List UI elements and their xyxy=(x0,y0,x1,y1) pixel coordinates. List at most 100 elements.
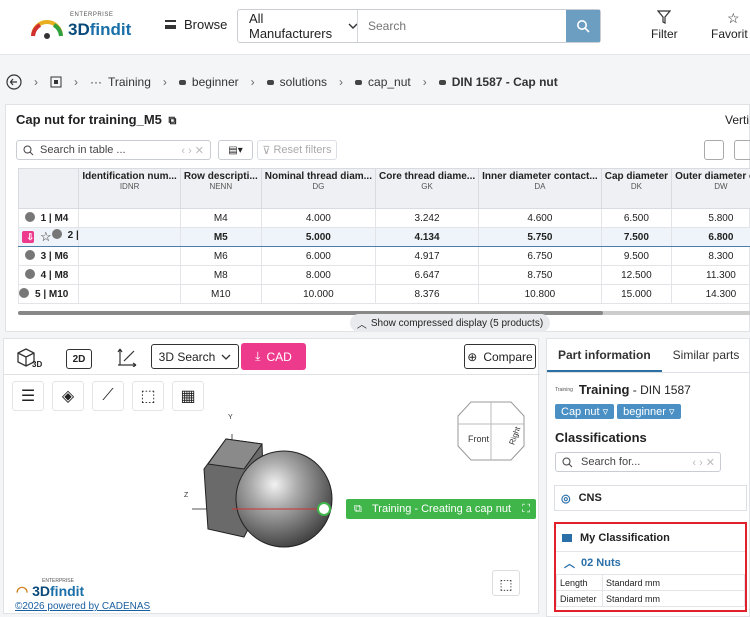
table-row[interactable]: 3 | M6 M6 6.000 4.917 6.750 9.500 8.300 xyxy=(17,246,750,266)
view-2d-button[interactable]: 2D xyxy=(66,349,92,369)
table-action-button[interactable] xyxy=(704,140,724,160)
measure-icon: ⟋ xyxy=(102,387,114,404)
measure-tool-button[interactable]: ⟋ xyxy=(92,381,124,411)
table-cell: 6.800 xyxy=(671,227,750,247)
table-cell xyxy=(78,246,181,266)
table-tool-button[interactable]: ▦ xyxy=(172,381,204,411)
table-cell: 6.000 xyxy=(260,246,376,266)
favorites-label: Favorit xyxy=(711,27,748,41)
parts-table: Identification num... IDNR Row descripti.… xyxy=(17,168,750,304)
chip-cap-nut[interactable]: Cap nut ▿ xyxy=(555,404,615,419)
column-header[interactable]: Cap diameter DK xyxy=(600,168,673,209)
breadcrumb-separator: › xyxy=(162,75,167,89)
app-logo[interactable]: ENTERPRISE 3Dfindit xyxy=(30,12,131,42)
column-header[interactable]: Core thread diame... GK xyxy=(374,168,480,209)
copy-icon[interactable]: ⧉ xyxy=(169,115,177,127)
status-dot-icon xyxy=(24,250,35,260)
column-header[interactable]: Nominal thread diam... DG xyxy=(260,168,376,209)
my-classification-header[interactable]: My Classification xyxy=(556,524,745,552)
breadcrumb-item-cap-nut[interactable]: cap_nut xyxy=(355,75,411,89)
top-bar: ENTERPRISE 3Dfindit Browse All Manufactu… xyxy=(0,0,750,55)
table-row[interactable]: 1 | M4 M4 4.000 3.242 4.600 6.500 5.800 xyxy=(17,208,750,228)
row-header: 4 | M8 xyxy=(17,265,80,285)
chip-beginner[interactable]: beginner ▿ xyxy=(617,404,681,419)
filter-button[interactable]: Filter xyxy=(651,10,678,41)
tab-similar-parts[interactable]: Similar parts xyxy=(662,339,750,372)
browse-button[interactable]: Browse xyxy=(165,17,227,32)
chevron-down-icon xyxy=(221,354,231,360)
browse-label: Browse xyxy=(184,17,228,32)
column-header[interactable]: Outer diameter conDW xyxy=(671,168,750,209)
viewer-tools: ☰ ◈ ⟋ ⬚ ▦ xyxy=(12,381,204,411)
search-input[interactable] xyxy=(358,10,566,42)
table-action-button[interactable] xyxy=(734,140,750,160)
table-cell xyxy=(78,284,181,304)
search-bar: All Manufacturers xyxy=(237,9,601,43)
dimension-icon[interactable] xyxy=(116,347,138,367)
row-header: 5 | M10 xyxy=(17,284,80,304)
column-header[interactable]: Row descripti... NENN xyxy=(179,168,262,209)
breadcrumb-item-beginner[interactable]: beginner xyxy=(178,75,239,89)
column-header[interactable]: Inner diameter contact... DA xyxy=(478,168,602,209)
row-header: 3 | M6 xyxy=(17,246,80,266)
fit-view-button[interactable]: ⬚ xyxy=(492,570,520,596)
table-cell xyxy=(78,265,181,285)
table-search-input[interactable]: Search in table ... ‹ › ✕ xyxy=(16,140,211,160)
cap-nut-model[interactable]: Y Z xyxy=(184,409,354,559)
globe-icon: ◎ xyxy=(561,492,571,505)
table-cell: 8.300 xyxy=(671,246,750,266)
breadcrumb-item-current: DIN 1587 - Cap nut xyxy=(438,75,558,89)
view-cube[interactable]: Front Right xyxy=(456,394,526,464)
footer-logo: ENTERPRISE ◠ 3Dfindit xyxy=(16,578,85,599)
mesh-icon: ◈ xyxy=(61,388,75,405)
3d-search-dropdown[interactable]: 3D Search xyxy=(151,344,239,369)
powered-by-link[interactable]: ©2026 powered by CADENAS xyxy=(15,601,150,612)
fit-icon: ⬚ xyxy=(499,576,513,592)
breadcrumb-separator: › xyxy=(250,75,255,89)
back-icon[interactable] xyxy=(6,74,22,90)
list-tool-button[interactable]: ☰ xyxy=(12,381,44,411)
star-icon[interactable]: ☆ xyxy=(40,229,52,245)
table-cell xyxy=(78,208,181,228)
reset-filters-button[interactable]: ⊽ Reset filters xyxy=(257,140,337,160)
table-cell: 4.917 xyxy=(374,246,480,266)
classifications-heading: Classifications xyxy=(555,430,647,445)
expand-icon[interactable]: ⛶ xyxy=(522,503,530,516)
table-cell: 6.500 xyxy=(600,208,673,228)
filter-label: Filter xyxy=(651,27,678,41)
download-icon[interactable]: ⇩ xyxy=(22,231,34,243)
sphere-tool-button[interactable]: ◈ xyxy=(52,381,84,411)
compare-button[interactable]: ⊕ Compare xyxy=(464,344,536,369)
table-row[interactable]: 5 | M10 M10 10.000 8.376 10.800 15.000 1… xyxy=(17,284,750,304)
compressed-display-toggle[interactable]: ︿ Show compressed display (5 products) xyxy=(350,314,550,332)
manufacturer-select[interactable]: All Manufacturers xyxy=(238,10,358,42)
table-cell: 11.300 xyxy=(671,265,750,285)
home-icon[interactable] xyxy=(50,76,62,88)
table-cell: M5 xyxy=(179,227,262,247)
column-header[interactable]: Identification num... IDNR xyxy=(78,168,181,209)
external-link-icon: ⧉ xyxy=(354,502,362,515)
view-3d-button[interactable]: 3D xyxy=(14,347,42,370)
classification-group[interactable]: ︿ 02 Nuts xyxy=(556,552,745,574)
vertical-toggle[interactable]: Verti xyxy=(725,113,749,127)
breadcrumb-item-solutions[interactable]: solutions xyxy=(266,75,327,89)
table-cell: M4 xyxy=(179,208,262,228)
breadcrumb-item-training[interactable]: ··· Training xyxy=(90,75,151,89)
table-row-selected[interactable]: ⇩ ☆ 2 | M5 M5 5.000 4.134 5.750 7.500 6.… xyxy=(17,227,750,247)
column-selector[interactable]: ▤▾ xyxy=(218,140,253,160)
classification-cns[interactable]: ◎ CNS xyxy=(554,485,747,511)
box-tool-button[interactable]: ⬚ xyxy=(132,381,164,411)
cad-download-button[interactable]: ⤓ CAD xyxy=(241,343,306,370)
tab-part-information[interactable]: Part information xyxy=(547,339,662,372)
favorites-button[interactable]: ☆ Favorit xyxy=(711,10,748,41)
status-dot-icon xyxy=(24,269,35,279)
table-row[interactable]: 4 | M8 M8 8.000 6.647 8.750 12.500 11.30… xyxy=(17,265,750,285)
classification-icon xyxy=(562,533,572,542)
model-link-tag[interactable]: ⧉ Training - Creating a cap nut ⛶ xyxy=(346,499,536,519)
table-cell: 9.500 xyxy=(600,246,673,266)
search-button[interactable] xyxy=(566,10,600,42)
status-dot-icon xyxy=(24,212,35,222)
classification-properties: Length Standard mm Diameter Standard mm xyxy=(556,574,745,607)
classification-search-input[interactable]: Search for... ‹ › ✕ xyxy=(555,452,721,472)
breadcrumb-separator: › xyxy=(422,75,427,89)
